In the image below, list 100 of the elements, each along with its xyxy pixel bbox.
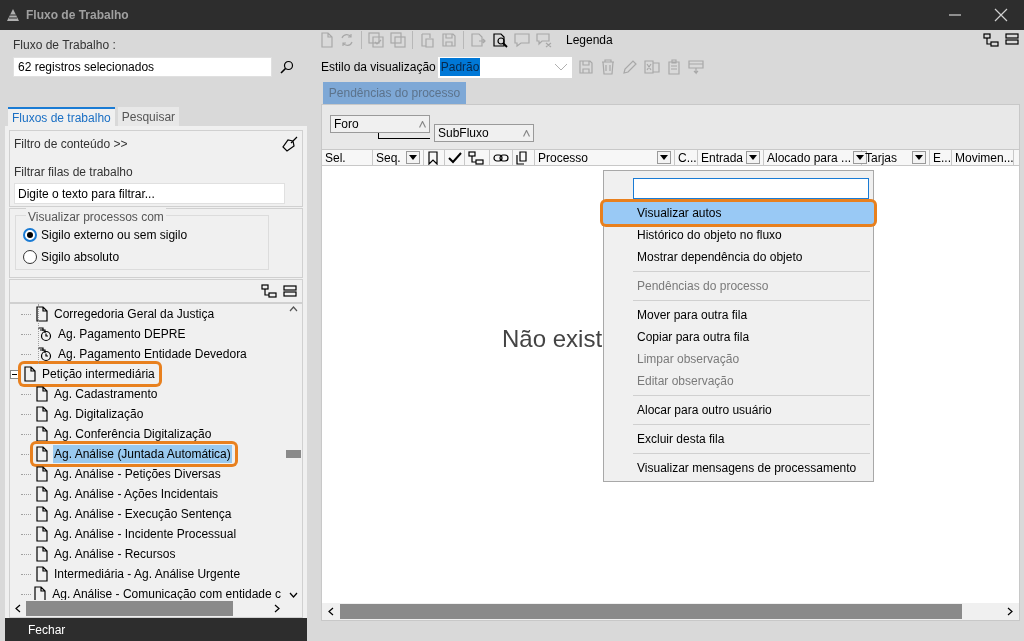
view-style-label: Estilo da visualização (321, 59, 436, 76)
column-header[interactable]: Alocado para ... (764, 150, 862, 165)
radio-label: Sigilo externo ou sem sigilo (41, 227, 188, 244)
list-icon[interactable] (283, 285, 297, 297)
tree-item[interactable]: Ag. Análise - Petições Diversas (53, 465, 222, 483)
document-icon (36, 486, 48, 502)
tree-item[interactable]: Ag. Digitalização (53, 405, 145, 423)
document-icon (36, 306, 48, 322)
brush-icon[interactable] (282, 136, 298, 152)
menu-item[interactable]: Copiar para outra fila (604, 326, 873, 348)
tree-item[interactable]: Ag. Análise - Comunicação com entidade c (51, 585, 282, 600)
tree-item[interactable]: Ag. Análise - Recursos (53, 545, 177, 563)
menu-item[interactable]: Mostrar dependência do objeto (604, 246, 873, 268)
column-header[interactable]: Sel. (322, 150, 373, 165)
list-icon[interactable] (1005, 33, 1019, 45)
sort-icon[interactable] (419, 120, 426, 128)
document-icon (24, 366, 36, 382)
tree-item[interactable]: Intermediária - Ag. Análise Urgente (53, 565, 242, 583)
group-by-chip[interactable]: SubFluxo (434, 124, 534, 142)
column-header[interactable]: C... (675, 150, 698, 165)
scroll-right-icon[interactable] (274, 604, 280, 613)
close-button[interactable]: Fechar (5, 618, 307, 641)
check-icon (448, 150, 462, 165)
logo-icon (6, 8, 20, 22)
icon-column-header[interactable] (465, 150, 490, 165)
content-filter-toggle[interactable]: Filtro de conteúdo >> (14, 135, 128, 153)
radio-button[interactable] (23, 228, 37, 242)
filter-dropdown[interactable] (746, 151, 760, 164)
document-icon (34, 586, 47, 600)
caret-down-icon (856, 155, 865, 160)
horizontal-scrollbar[interactable] (322, 603, 1019, 620)
radio-label: Sigilo absoluto (41, 249, 120, 266)
document-icon (36, 506, 48, 522)
tree-item[interactable]: Ag. Análise - Execução Sentença (53, 505, 233, 523)
menu-item[interactable]: Alocar para outro usuário (604, 399, 873, 421)
column-header[interactable]: Seq. (373, 150, 424, 165)
hierarchy-icon (983, 33, 999, 47)
menu-item[interactable]: Visualizar autos (603, 202, 874, 224)
filter-dropdown[interactable] (912, 151, 926, 164)
group-by-chip[interactable]: Foro (330, 115, 430, 133)
checklist-icon[interactable] (368, 32, 384, 48)
menu-item[interactable]: Histórico do objeto no fluxo (604, 224, 873, 246)
tab[interactable]: Pesquisar (117, 107, 180, 126)
column-header[interactable]: E... (930, 150, 952, 165)
sort-icon[interactable] (523, 129, 530, 137)
document-icon (36, 446, 48, 462)
document-icon (36, 386, 48, 402)
tree-item[interactable]: Ag. Análise (Juntada Automática) (53, 445, 232, 463)
tree-item[interactable]: Petição intermediária (41, 365, 156, 383)
tree-item[interactable]: Ag. Análise - Incidente Processual (53, 525, 238, 543)
tree-item[interactable]: Ag. Análise - Ações Incidentais (53, 485, 220, 503)
workflow-label: Fluxo de Trabalho : (13, 37, 117, 54)
document-icon (36, 426, 48, 442)
tree-item[interactable]: Ag. Cadastramento (53, 385, 159, 403)
filter-dropdown[interactable] (657, 151, 671, 164)
caret-down-icon (409, 155, 417, 160)
tree-item[interactable]: Ag. Pagamento Entidade Devedora (57, 345, 248, 363)
scroll-left-icon[interactable] (15, 604, 21, 613)
caret-down-icon (660, 155, 668, 160)
tree-item[interactable]: Ag. Conferência Digitalização (53, 425, 213, 443)
menu-search-field[interactable] (633, 178, 869, 199)
column-header[interactable]: Processo (535, 150, 675, 165)
column-header[interactable]: Entrada (698, 150, 764, 165)
scroll-down-icon[interactable] (289, 592, 298, 598)
copy-icon (516, 150, 530, 165)
radio-button[interactable] (23, 250, 37, 264)
bookmark-icon (427, 150, 439, 165)
scroll-left-icon[interactable] (328, 607, 334, 616)
menu-item[interactable]: Visualizar mensagens de processamento (604, 457, 873, 479)
workflow-field[interactable]: 62 registros selecionados (13, 57, 272, 77)
caret-down-icon (915, 155, 923, 160)
document-icon (36, 466, 48, 482)
scroll-up-icon[interactable] (289, 306, 298, 312)
scroll-thumb[interactable] (286, 450, 301, 458)
filter-dropdown[interactable] (406, 151, 420, 164)
clock-stack-icon (36, 326, 52, 342)
search-document-icon[interactable] (492, 32, 508, 48)
icon-column-header[interactable] (445, 150, 465, 165)
group-legend: Visualizar processos com (26, 208, 166, 226)
close-icon[interactable] (994, 8, 1008, 22)
menu-item[interactable]: Excluir desta fila (604, 428, 873, 450)
tree-item[interactable]: Corregedoria Geral da Justiça (53, 305, 216, 323)
filter-label: Filtrar filas de trabalho (14, 164, 134, 181)
tab[interactable]: Fluxos de trabalho (8, 107, 115, 126)
document-icon (36, 526, 48, 542)
document-icon (36, 546, 48, 562)
legend-label[interactable]: Legenda (566, 31, 613, 49)
column-header[interactable]: Movimen... (952, 150, 1014, 165)
document-icon (36, 566, 48, 582)
window-title: Fluxo de Trabalho (26, 7, 129, 24)
document-icon (36, 406, 48, 422)
icon-column-header[interactable] (490, 150, 513, 165)
tree-item[interactable]: Ag. Pagamento DEPRE (57, 325, 187, 343)
menu-item[interactable]: Mover para outra fila (604, 304, 873, 326)
clipboard-icon[interactable] (665, 59, 682, 75)
column-header[interactable]: Tarjas (862, 150, 930, 165)
filter-field[interactable]: Digite o texto para filtrar... (14, 183, 285, 204)
collapse-toggle[interactable] (10, 369, 19, 379)
scroll-right-icon[interactable] (1007, 607, 1013, 616)
search-icon[interactable] (280, 60, 294, 74)
